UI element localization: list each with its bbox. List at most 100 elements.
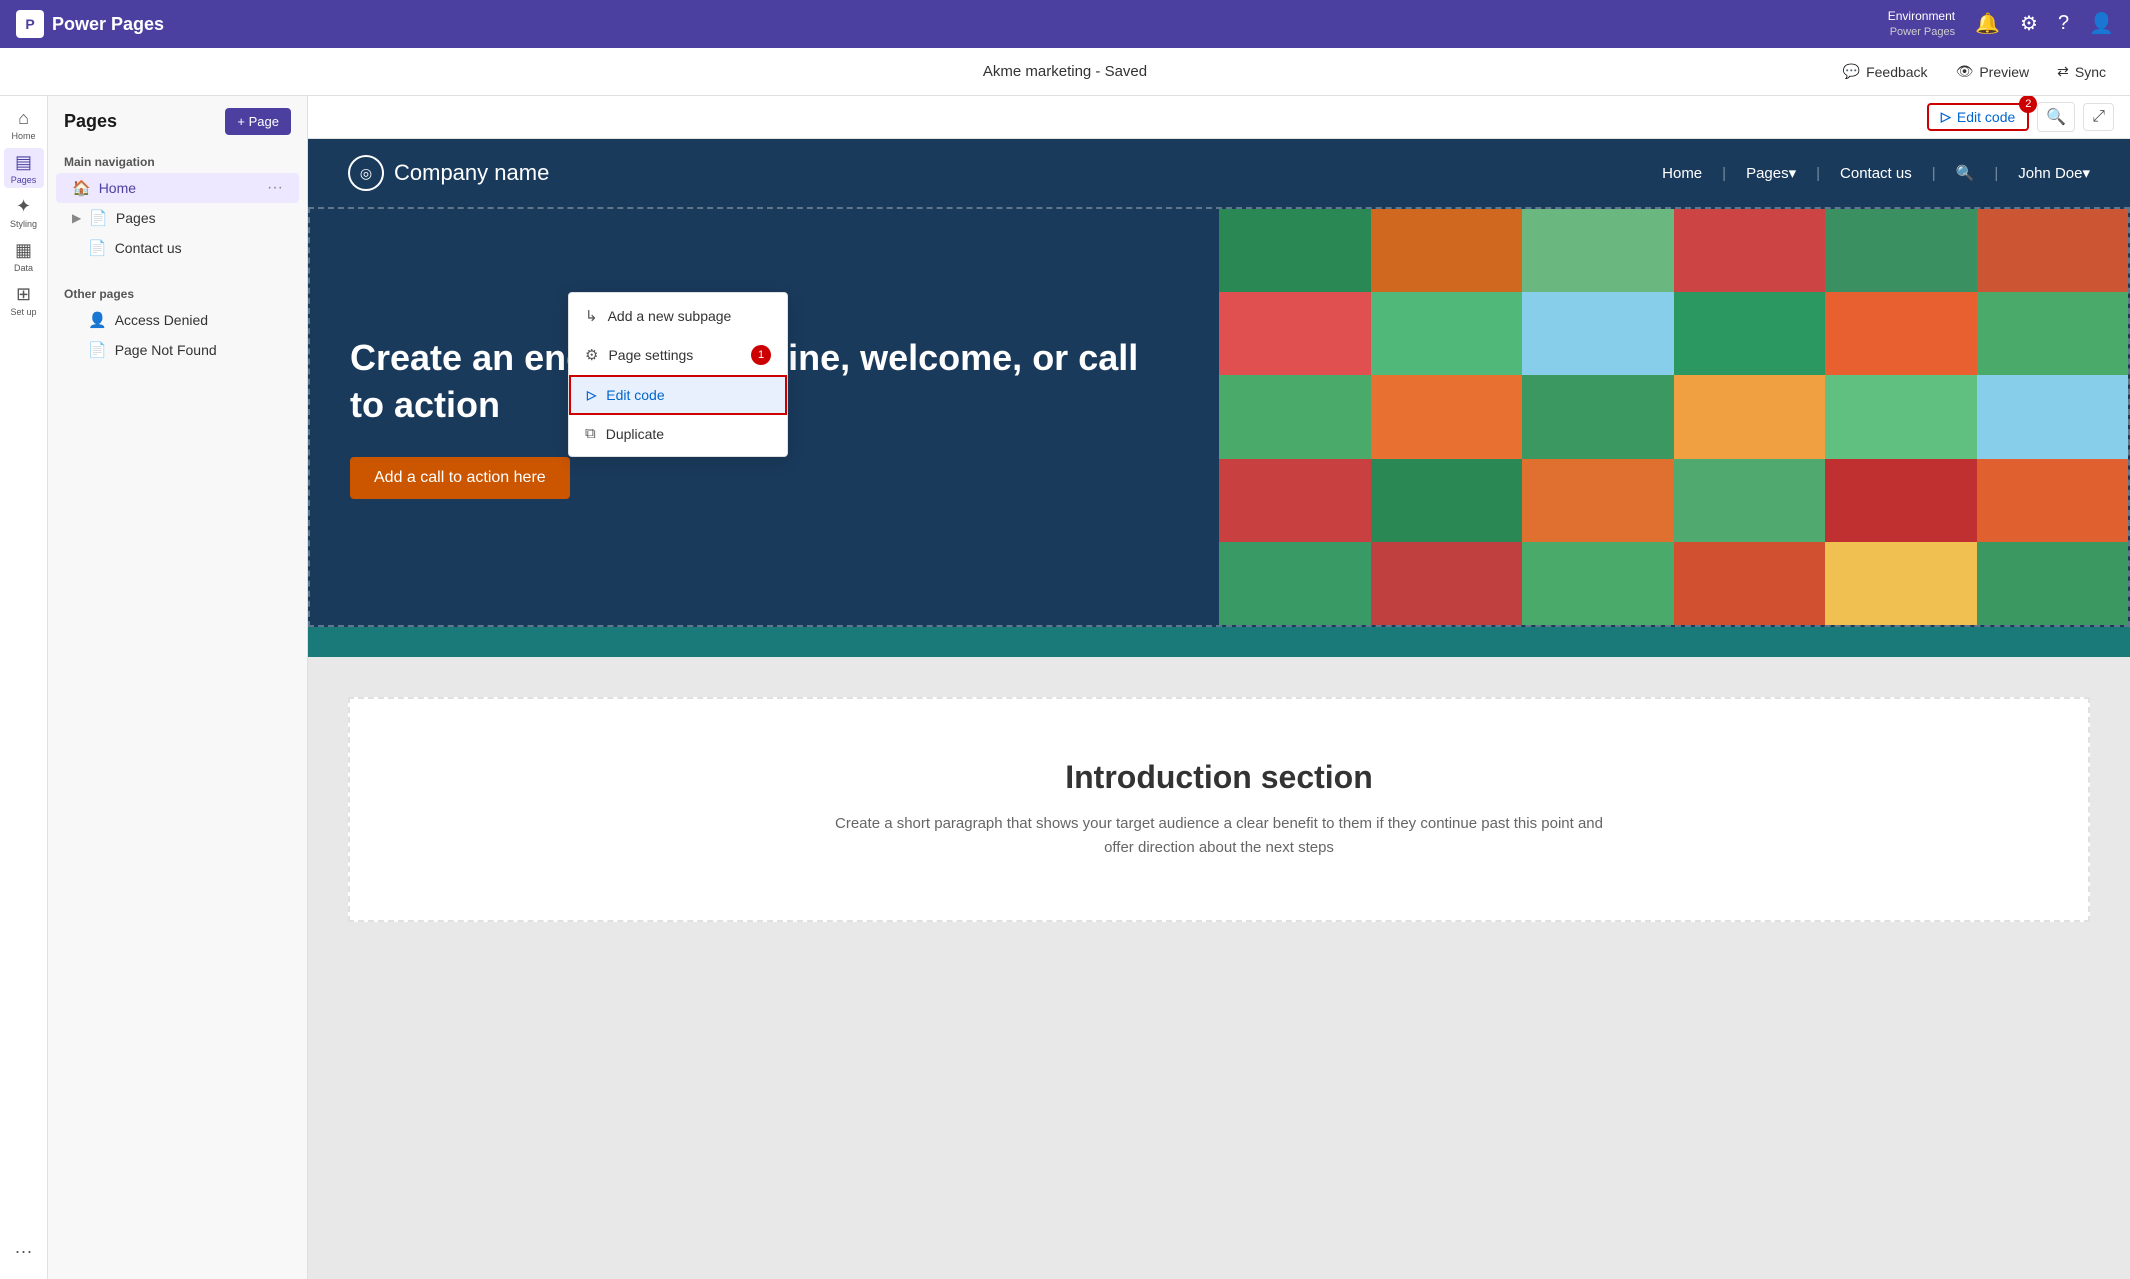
nav-contact[interactable]: Contact us: [1840, 165, 1912, 182]
sync-button[interactable]: ⇄ Sync: [2049, 59, 2114, 84]
bar-seg: [1219, 459, 1371, 542]
bar-seg: [1825, 542, 1977, 625]
rail-data[interactable]: ▦ Data: [4, 236, 44, 276]
edit-code-button[interactable]: ▷ Edit code 2: [1927, 103, 2029, 131]
rail-setup-label: Set up: [10, 307, 36, 317]
duplicate-icon: ⧉: [585, 425, 596, 442]
preview-icon: 👁: [1956, 63, 1974, 80]
context-menu: ↳ Add a new subpage ⚙ Page settings 1 ▷ …: [568, 292, 788, 457]
rail-data-label: Data: [14, 263, 33, 273]
pages-nav-icon: 📄: [89, 209, 108, 227]
bar-col-2: [1371, 209, 1523, 625]
teal-divider: [308, 627, 2130, 657]
ctx-edit-code-label: Edit code: [606, 387, 664, 403]
sidebar-item-home[interactable]: 🏠 Home ···: [56, 173, 299, 203]
bar-seg: [1825, 209, 1977, 292]
environment-name: Power Pages: [1890, 25, 1955, 39]
bar-seg: [1977, 542, 2129, 625]
second-bar-actions: 💬 Feedback 👁 Preview ⇄ Sync: [1835, 59, 2114, 84]
page-not-found-label: Page Not Found: [115, 342, 217, 358]
avatar-icon[interactable]: 👤: [2089, 11, 2114, 36]
sync-label: Sync: [2075, 64, 2106, 80]
expand-button[interactable]: ⤢: [2083, 103, 2114, 131]
bar-seg: [1674, 375, 1826, 458]
nav-home[interactable]: Home: [1662, 165, 1702, 182]
home-dots-button[interactable]: ···: [267, 179, 283, 197]
notifications-icon[interactable]: 🔔: [1975, 11, 2000, 36]
rail-pages[interactable]: ▤ Pages: [4, 148, 44, 188]
site-nav: ◎ Company name Home | Pages▾ | Contact u…: [308, 139, 2130, 207]
bar-col-4: [1674, 209, 1826, 625]
intro-text: Create a short paragraph that shows your…: [819, 812, 1619, 860]
rail-styling[interactable]: ✦ Styling: [4, 192, 44, 232]
ctx-duplicate[interactable]: ⧉ Duplicate: [569, 415, 787, 452]
zoom-in-button[interactable]: 🔍: [2037, 102, 2075, 132]
rail-pages-label: Pages: [11, 175, 37, 185]
intro-section: Introduction section Create a short para…: [348, 697, 2090, 922]
logo-icon: P: [16, 10, 44, 38]
bar-seg: [1674, 209, 1826, 292]
bar-seg: [1674, 542, 1826, 625]
sidebar-title: Pages: [64, 111, 117, 132]
environment-info: Environment Power Pages: [1888, 9, 1955, 39]
sidebar: Pages + Page Main navigation 🏠 Home ··· …: [48, 96, 308, 1279]
sidebar-item-access-denied[interactable]: 👤 Access Denied: [56, 305, 299, 335]
ctx-page-settings[interactable]: ⚙ Page settings 1: [569, 335, 787, 375]
rail-styling-label: Styling: [10, 219, 37, 229]
help-icon[interactable]: ?: [2058, 12, 2069, 35]
environment-label: Environment: [1888, 9, 1955, 25]
page-settings-badge: 1: [751, 345, 771, 365]
bar-seg: [1977, 292, 2129, 375]
settings-icon[interactable]: ⚙: [2020, 11, 2038, 36]
edit-code-ctx-icon: ▷: [587, 388, 596, 402]
site-logo: ◎ Company name: [348, 155, 549, 191]
preview-frame: ◎ Company name Home | Pages▾ | Contact u…: [308, 139, 2130, 962]
add-subpage-icon: ↳: [585, 307, 598, 325]
rail-home-label: Home: [11, 131, 35, 141]
styling-icon: ✦: [16, 196, 31, 217]
cta-button[interactable]: Add a call to action here: [350, 457, 570, 499]
home-nav-icon: 🏠: [72, 179, 91, 197]
bar-seg: [1977, 209, 2129, 292]
bar-seg: [1522, 459, 1674, 542]
nav-search[interactable]: 🔍: [1956, 164, 1975, 182]
bar-seg: [1825, 292, 1977, 375]
main-nav-label: Main navigation: [48, 147, 307, 173]
page-settings-icon: ⚙: [585, 346, 598, 364]
sidebar-item-contact[interactable]: 📄 Contact us: [56, 233, 299, 263]
top-bar-right: Environment Power Pages 🔔 ⚙ ? 👤: [1888, 9, 2114, 39]
preview-label: Preview: [1979, 64, 2029, 80]
vscode-icon: ▷: [1941, 109, 1951, 125]
home-icon: ⌂: [18, 108, 29, 129]
sep2: |: [1816, 165, 1820, 182]
ctx-page-settings-label: Page settings: [608, 347, 693, 363]
feedback-button[interactable]: 💬 Feedback: [1835, 59, 1936, 84]
nav-pages[interactable]: Pages▾: [1746, 164, 1796, 182]
top-bar: P Power Pages Environment Power Pages 🔔 …: [0, 0, 2130, 48]
nav-user[interactable]: John Doe▾: [2018, 164, 2090, 182]
intro-title: Introduction section: [390, 759, 2048, 796]
hero-image: [1219, 209, 2128, 625]
bar-seg: [1977, 375, 2129, 458]
bar-seg: [1522, 292, 1674, 375]
project-title: Akme marketing - Saved: [983, 63, 1147, 80]
bar-seg: [1371, 542, 1523, 625]
sidebar-item-pages[interactable]: ▶ 📄 Pages: [56, 203, 299, 233]
sidebar-item-page-not-found[interactable]: 📄 Page Not Found: [56, 335, 299, 365]
preview-button[interactable]: 👁 Preview: [1948, 59, 2038, 84]
bar-seg: [1977, 459, 2129, 542]
rail-setup[interactable]: ⊞ Set up: [4, 280, 44, 320]
add-page-button[interactable]: + Page: [225, 108, 291, 135]
ctx-add-subpage-label: Add a new subpage: [608, 308, 732, 324]
edit-code-label: Edit code: [1957, 109, 2015, 125]
rail-home[interactable]: ⌂ Home: [4, 104, 44, 144]
ctx-edit-code[interactable]: ▷ Edit code: [569, 375, 787, 415]
home-nav-label: Home: [99, 180, 136, 196]
main-layout: ⌂ Home ▤ Pages ✦ Styling ▦ Data ⊞ Set up…: [0, 96, 2130, 1279]
rail-more[interactable]: ···: [4, 1231, 44, 1271]
bar-seg: [1371, 459, 1523, 542]
ctx-add-subpage[interactable]: ↳ Add a new subpage: [569, 297, 787, 335]
feedback-label: Feedback: [1866, 64, 1927, 80]
page-not-found-icon: 📄: [88, 341, 107, 359]
bar-seg: [1371, 375, 1523, 458]
